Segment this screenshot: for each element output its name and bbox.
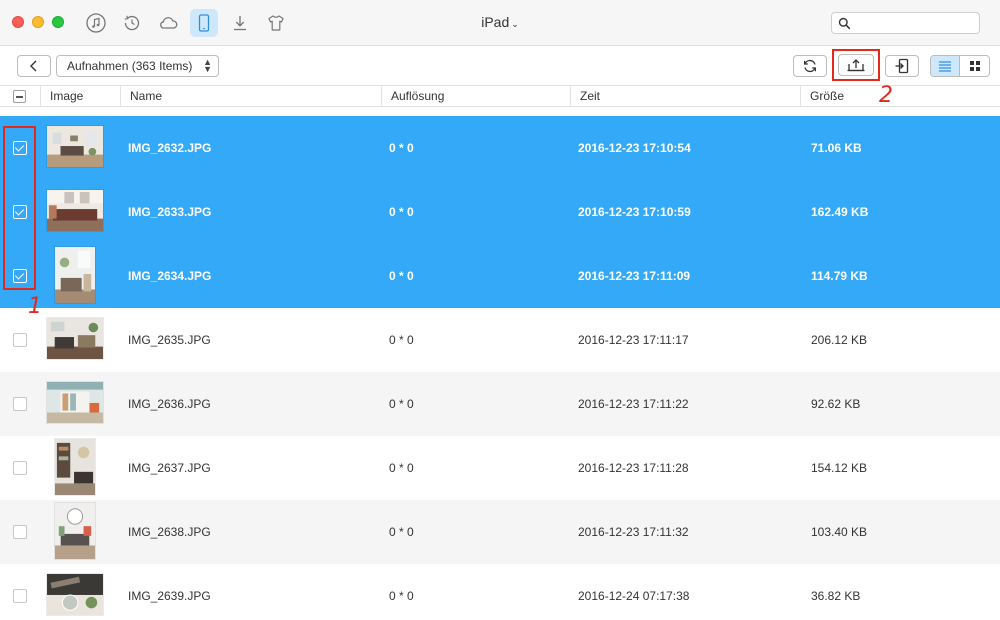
timestamp: 2016-12-23 17:10:54 [578,141,691,155]
annotation-checkbox-highlight [3,126,36,290]
file-name: IMG_2635.JPG [128,333,211,347]
download-icon[interactable] [226,9,254,37]
resolution: 0 * 0 [389,269,414,283]
history-icon[interactable] [118,9,146,37]
resolution: 0 * 0 [389,333,414,347]
device-selector[interactable]: iPad ⌄ [470,14,530,30]
column-header-name[interactable]: Name [120,86,381,107]
timestamp: 2016-12-23 17:11:32 [578,525,689,539]
updown-chevron-icon: ▲ ▼ [203,57,212,74]
column-header-resolution[interactable]: Auflösung [381,86,570,107]
list-view-icon [939,61,951,72]
file-name: IMG_2633.JPG [128,205,212,219]
annotation-step-2: 2 [879,83,893,108]
column-header-time[interactable]: Zeit [570,86,800,107]
back-button[interactable] [17,55,51,77]
timestamp: 2016-12-23 17:11:17 [578,333,689,347]
file-size: 114.79 KB [811,269,868,283]
device-title: iPad [481,14,510,30]
select-all-checkbox[interactable] [13,90,26,103]
row-checkbox[interactable] [13,461,27,475]
resolution: 0 * 0 [389,141,414,155]
photo-thumbnail [54,246,96,304]
photo-table: IMG_2632.JPG 0 * 0 2016-12-23 17:10:54 7… [0,116,1000,620]
row-checkbox[interactable] [13,525,27,539]
close-window-button[interactable] [12,16,24,28]
column-header-select [0,86,40,107]
import-to-device-icon [895,58,909,74]
photo-thumbnail [54,438,96,496]
file-name: IMG_2639.JPG [128,589,211,603]
minimize-window-button[interactable] [32,16,44,28]
table-row[interactable]: IMG_2635.JPG 0 * 0 2016-12-23 17:11:17 2… [0,308,1000,372]
file-name: IMG_2632.JPG [128,141,212,155]
folder-label: Aufnahmen (363 Items) [67,59,193,73]
photo-thumbnail [54,502,96,560]
zoom-window-button[interactable] [52,16,64,28]
table-header: Image Name Auflösung Zeit Größe [0,85,1000,107]
resolution: 0 * 0 [389,589,414,603]
resolution: 0 * 0 [389,205,414,219]
column-header-size[interactable]: Größe [800,86,1000,107]
file-name: IMG_2634.JPG [128,269,212,283]
file-name: IMG_2638.JPG [128,525,211,539]
file-name: IMG_2636.JPG [128,397,211,411]
table-row[interactable]: IMG_2638.JPG 0 * 0 2016-12-23 17:11:32 1… [0,500,1000,564]
timestamp: 2016-12-23 17:11:22 [578,397,689,411]
table-row[interactable]: IMG_2632.JPG 0 * 0 2016-12-23 17:10:54 7… [0,116,1000,180]
refresh-icon [804,59,816,73]
photo-thumbnail [46,317,104,360]
file-name: IMG_2637.JPG [128,461,211,475]
file-size: 92.62 KB [811,397,861,411]
table-row[interactable]: IMG_2639.JPG 0 * 0 2016-12-24 07:17:38 3… [0,564,1000,620]
cloud-icon[interactable] [154,9,182,37]
back-icon [30,60,37,72]
photo-thumbnail [46,125,104,168]
refresh-button[interactable] [793,55,827,77]
row-checkbox[interactable] [13,333,27,347]
table-row[interactable]: IMG_2636.JPG 0 * 0 2016-12-23 17:11:22 9… [0,372,1000,436]
annotation-export-highlight [832,49,880,81]
search-input[interactable] [856,15,974,31]
grid-view-button[interactable] [960,56,989,76]
table-row[interactable]: IMG_2633.JPG 0 * 0 2016-12-23 17:10:59 1… [0,180,1000,244]
column-header-image[interactable]: Image [40,86,120,107]
annotation-step-1: 1 [28,294,42,319]
folder-select[interactable]: Aufnahmen (363 Items) ▲ ▼ [56,55,219,77]
file-size: 36.82 KB [811,589,861,603]
photo-thumbnail [46,189,104,232]
resolution: 0 * 0 [389,397,414,411]
row-checkbox[interactable] [13,397,27,411]
timestamp: 2016-12-23 17:11:09 [578,269,691,283]
file-size: 162.49 KB [811,205,869,219]
resolution: 0 * 0 [389,525,414,539]
row-checkbox[interactable] [13,589,27,603]
view-toggle [930,55,990,77]
resolution: 0 * 0 [389,461,414,475]
file-size: 103.40 KB [811,525,868,539]
file-size: 71.06 KB [811,141,862,155]
title-bar: iPad ⌄ [0,0,1000,46]
search-icon [838,17,851,30]
timestamp: 2016-12-23 17:10:59 [578,205,691,219]
music-icon[interactable] [82,9,110,37]
photo-thumbnail [46,573,104,616]
shirt-icon[interactable] [262,9,290,37]
grid-view-icon [969,61,980,71]
chevron-down-icon: ⌄ [511,19,519,29]
table-row[interactable]: IMG_2634.JPG 0 * 0 2016-12-23 17:11:09 1… [0,244,1000,308]
photo-thumbnail [46,381,104,424]
import-to-device-button[interactable] [885,55,919,77]
ipad-icon[interactable] [190,9,218,37]
timestamp: 2016-12-23 17:11:28 [578,461,689,475]
file-size: 206.12 KB [811,333,868,347]
file-size: 154.12 KB [811,461,868,475]
timestamp: 2016-12-24 07:17:38 [578,589,690,603]
table-row[interactable]: IMG_2637.JPG 0 * 0 2016-12-23 17:11:28 1… [0,436,1000,500]
search-box[interactable] [831,12,980,34]
list-view-button[interactable] [931,56,961,76]
